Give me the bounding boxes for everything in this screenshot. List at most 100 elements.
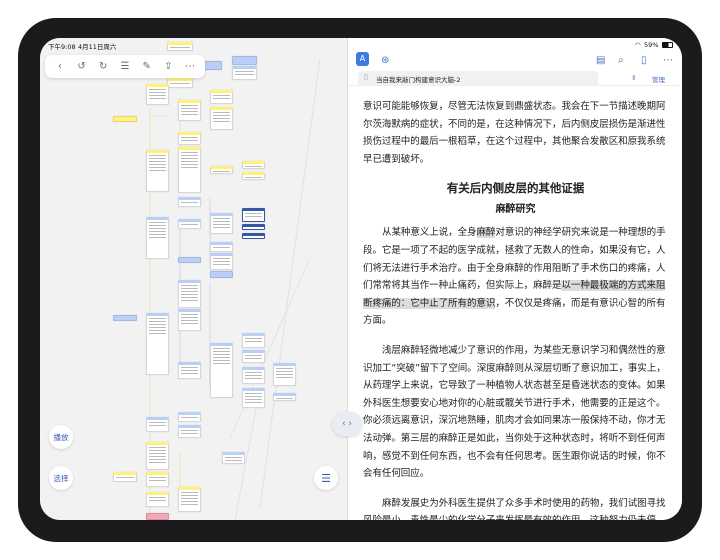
mind-map-node[interactable] — [146, 150, 169, 192]
text-run: 从某种意义上说，全身 — [382, 227, 477, 239]
node-text-line — [276, 377, 293, 378]
mind-map-node[interactable] — [232, 56, 257, 65]
mind-map-node[interactable] — [210, 213, 233, 234]
list-icon[interactable]: ☰ — [117, 61, 133, 72]
node-text-line — [213, 121, 230, 122]
share-icon[interactable]: ⇪ — [160, 61, 176, 72]
mind-map-node[interactable] — [210, 343, 233, 398]
mind-map-node[interactable] — [273, 393, 296, 401]
mind-map-node[interactable] — [242, 333, 265, 348]
node-text-line — [149, 234, 166, 235]
mind-map-node[interactable] — [146, 442, 169, 470]
node-text-line — [245, 358, 262, 359]
node-text-line — [149, 92, 166, 93]
mind-map-node[interactable] — [113, 472, 137, 482]
bookmark-icon[interactable]: ▯ — [641, 55, 647, 66]
chevron-left-right-icon: ‹ › — [341, 419, 353, 429]
play-label: 播放 — [53, 432, 69, 442]
mind-map-node[interactable] — [178, 309, 201, 331]
mind-map-node[interactable] — [210, 107, 233, 130]
node-text-line — [181, 430, 198, 431]
tab-bar: ▯ 当自我来敲门构建意识大脑-2 ⇕ 管理 — [348, 71, 682, 86]
mind-map-node[interactable] — [178, 219, 201, 229]
mind-map-node[interactable] — [146, 492, 169, 507]
mind-map-node[interactable] — [178, 132, 201, 145]
node-text-line — [149, 480, 166, 481]
node-text-line — [245, 399, 262, 400]
mind-map-node[interactable] — [242, 367, 265, 384]
node-text-line — [181, 285, 198, 286]
wifi-icon: ◠ — [635, 41, 641, 49]
tab-document[interactable]: ▯ 当自我来敲门构建意识大脑-2 — [358, 71, 598, 86]
mind-map-node[interactable] — [242, 350, 265, 363]
node-text-line — [149, 318, 166, 319]
mind-map-node[interactable] — [167, 42, 193, 51]
mind-map-node[interactable] — [146, 513, 169, 520]
mind-map-node[interactable] — [210, 90, 233, 104]
document-text[interactable]: 意识可能能够恢复，尽管无法恢复到鼎盛状态。我会在下一节描述晚期阿尔茨海默病的症状… — [363, 98, 668, 520]
node-text-line — [213, 247, 230, 248]
mind-map-panel[interactable]: ‹ ↺ ↻ ☰ ✎ ⇪ ⋯ 播放 选择 ☰ — [40, 38, 347, 520]
select-button[interactable]: 选择 — [49, 466, 73, 490]
mind-map-node[interactable] — [273, 363, 296, 386]
node-text-line — [245, 216, 262, 217]
node-text-line — [235, 71, 254, 72]
sort-icon[interactable]: ⇕ — [631, 74, 636, 82]
node-text-line — [149, 330, 166, 331]
play-button[interactable]: 播放 — [49, 425, 73, 449]
node-text-line — [181, 111, 198, 112]
mind-map-node[interactable] — [242, 161, 265, 169]
mind-map-node[interactable] — [210, 166, 233, 174]
annotation-icon[interactable]: ⊛ — [381, 55, 389, 66]
node-text-line — [149, 167, 166, 168]
mind-map-node[interactable] — [222, 452, 245, 464]
mind-map-node[interactable] — [113, 116, 137, 122]
mind-map-node[interactable] — [242, 233, 265, 239]
mind-map-node[interactable] — [178, 412, 201, 422]
mind-map-node[interactable] — [178, 100, 201, 121]
node-text-line — [245, 375, 262, 376]
mind-map-node[interactable] — [178, 257, 201, 263]
node-text-line — [245, 166, 262, 167]
more-icon[interactable]: ⋯ — [182, 61, 198, 72]
mind-map-node[interactable] — [113, 315, 137, 321]
highlight[interactable]: 麻醉 — [476, 227, 495, 239]
node-text-line — [181, 202, 198, 203]
mind-map-node[interactable] — [178, 487, 201, 512]
node-text-line — [116, 477, 134, 478]
mind-map-node[interactable] — [178, 147, 201, 193]
mind-map-node[interactable] — [146, 472, 169, 487]
mind-map-node[interactable] — [167, 78, 193, 88]
mind-map-node[interactable] — [178, 197, 201, 207]
outline-button[interactable]: ☰ — [314, 466, 338, 490]
redo-icon[interactable]: ↻ — [95, 61, 111, 72]
mind-map-node[interactable] — [242, 208, 265, 222]
manage-button[interactable]: 管理 — [652, 74, 665, 84]
mind-map-node[interactable] — [146, 84, 169, 105]
document-icon[interactable]: ▤ — [596, 55, 605, 66]
mind-map-node[interactable] — [146, 217, 169, 259]
mind-map-node[interactable] — [178, 425, 201, 438]
mind-map-node[interactable] — [146, 313, 169, 375]
edit-icon[interactable]: ✎ — [139, 61, 155, 72]
mind-map-node[interactable] — [178, 280, 201, 308]
undo-icon[interactable]: ↺ — [74, 61, 90, 72]
mind-map-node[interactable] — [242, 224, 265, 230]
back-icon[interactable]: ‹ — [52, 61, 68, 72]
node-text-line — [181, 137, 198, 138]
mind-map-node[interactable] — [232, 66, 257, 80]
font-style-icon[interactable]: A — [356, 52, 369, 66]
mind-map-node[interactable] — [242, 172, 265, 180]
more-icon[interactable]: ⋯ — [663, 55, 673, 66]
mind-map-node[interactable] — [210, 253, 233, 270]
mind-map-node[interactable] — [210, 271, 233, 278]
node-text-line — [213, 357, 230, 358]
mind-map-node[interactable] — [178, 362, 201, 379]
mind-map-node[interactable] — [146, 417, 169, 432]
mind-map-node[interactable] — [242, 388, 265, 408]
split-view-handle[interactable]: ‹ › — [332, 412, 362, 436]
node-text-line — [170, 83, 190, 84]
node-text-line — [181, 495, 198, 496]
search-icon[interactable]: ⌕ — [618, 55, 624, 66]
mind-map-node[interactable] — [210, 242, 233, 252]
